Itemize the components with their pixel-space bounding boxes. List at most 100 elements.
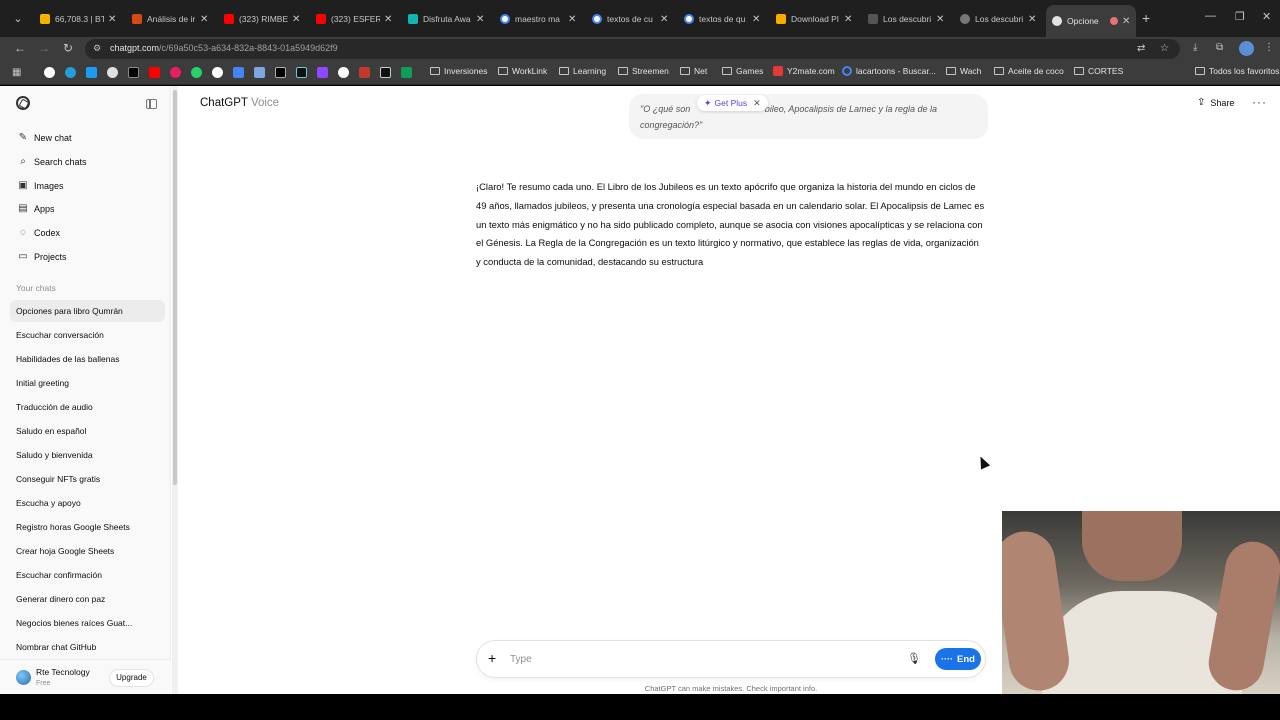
bookmark-folder[interactable]: Aceite de coco [994, 66, 1064, 76]
whatsapp-icon[interactable] [191, 67, 202, 78]
download-icon[interactable]: ⤓ [1193, 42, 1197, 53]
url-text[interactable]: chatgpt.com/c/69a50c53-a634-832a-8843-01… [110, 43, 338, 53]
browser-tab[interactable]: maestro ma ✕ [494, 8, 582, 30]
bookmark-icon-16[interactable] [359, 67, 370, 78]
bookmark-icon-17[interactable] [380, 67, 391, 78]
sidebar-item-images[interactable]: ▣ Images [10, 175, 165, 197]
microphone-icon[interactable]: 🎙 [907, 652, 921, 665]
close-icon[interactable]: ✕ [844, 14, 854, 25]
browser-tab[interactable]: textos de cu ✕ [586, 8, 674, 30]
chat-list-item[interactable]: Saludo en español [10, 420, 165, 442]
sidebar-toggle-icon[interactable] [146, 99, 157, 109]
translate-icon[interactable]: ⇄ [1137, 43, 1145, 54]
chatgpt-bookmark-icon[interactable] [44, 67, 55, 78]
bookmark-icon-7[interactable] [170, 67, 181, 78]
sidebar-item-codex[interactable]: ◌ Codex [10, 222, 165, 244]
browser-menu-icon[interactable]: ⋮ [1264, 42, 1274, 53]
close-icon[interactable]: ✕ [384, 14, 394, 25]
telegram-icon[interactable] [65, 67, 76, 78]
chat-list-item[interactable]: Opciones para libro Qumrán [10, 300, 165, 322]
browser-tab[interactable]: Análisis de ir ✕ [126, 8, 214, 30]
browser-tab[interactable]: 66,708.3 | BT ✕ [34, 8, 122, 30]
message-input[interactable] [510, 651, 890, 667]
browser-tab[interactable]: Los descubri ✕ [954, 8, 1042, 30]
bookmark-folder[interactable]: Inversiones [430, 66, 487, 76]
bookmark-icon-15[interactable] [338, 67, 349, 78]
extensions-icon[interactable]: ⧉ [1216, 42, 1223, 53]
window-close-icon[interactable]: ✕ [1262, 10, 1271, 23]
bookmark-folder[interactable]: WorkLink [498, 66, 547, 76]
tab-search-icon[interactable]: ⌄ [8, 9, 28, 29]
share-button[interactable]: ⇪ Share [1197, 97, 1234, 108]
openai-logo-icon[interactable] [16, 96, 30, 110]
avatar[interactable] [16, 670, 31, 685]
chat-list-item[interactable]: Generar dinero con paz [10, 588, 165, 610]
apps-grid-icon[interactable]: ▦ [12, 67, 24, 79]
browser-tab-active[interactable]: Opcione ✕ [1046, 5, 1136, 37]
chat-list-item[interactable]: Traducción de audio [10, 396, 165, 418]
close-icon[interactable]: ✕ [1122, 16, 1132, 27]
account-panel[interactable]: Rte Tecnology Free Upgrade [0, 659, 171, 694]
more-options-icon[interactable]: ··· [1252, 95, 1267, 109]
browser-tab[interactable]: textos de qu ✕ [678, 8, 766, 30]
youtube-bookmark-icon[interactable] [149, 67, 160, 78]
close-icon[interactable]: ✕ [752, 14, 762, 25]
sidebar-item-search-chats[interactable]: ⌕ Search chats [10, 151, 165, 173]
back-icon[interactable]: ← [12, 41, 28, 55]
bookmark-folder[interactable]: Wach [946, 66, 981, 76]
github-icon[interactable] [107, 67, 118, 78]
scrollbar-thumb[interactable] [173, 90, 177, 485]
close-icon[interactable]: ✕ [476, 14, 486, 25]
chat-list-item[interactable]: Escucha y apoyo [10, 492, 165, 514]
sidebar-item-apps[interactable]: ▤ Apps [10, 198, 165, 220]
close-icon[interactable]: ✕ [1028, 14, 1038, 25]
close-icon[interactable]: ✕ [200, 14, 210, 25]
chat-list-item[interactable]: Nombrar chat GitHub [10, 636, 165, 658]
site-info-icon[interactable]: ⚙ [93, 43, 103, 55]
browser-tab[interactable]: Download Pl ✕ [770, 8, 858, 30]
add-attachment-icon[interactable]: + [488, 650, 496, 666]
close-icon[interactable]: ✕ [936, 14, 946, 25]
chat-list-item[interactable]: Initial greeting [10, 372, 165, 394]
restore-icon[interactable]: ❐ [1235, 10, 1245, 23]
x-icon[interactable] [128, 67, 139, 78]
chat-list-item[interactable]: Registro horas Google Sheets [10, 516, 165, 538]
imdb-icon[interactable] [275, 67, 286, 78]
close-icon[interactable]: ✕ [568, 14, 578, 25]
bookmark-folder[interactable]: CORTES [1074, 66, 1123, 76]
bookmark-folder[interactable]: Net [680, 66, 707, 76]
cloud-icon[interactable] [86, 67, 97, 78]
twitch-icon[interactable] [317, 67, 328, 78]
address-bar[interactable]: ⚙ chatgpt.com/c/69a50c53-a634-832a-8843-… [85, 39, 1180, 59]
forward-icon[interactable]: → [36, 41, 52, 55]
chat-list-item[interactable]: Conseguir NFTs gratis [10, 468, 165, 490]
docs-icon[interactable] [233, 67, 244, 78]
end-voice-button[interactable]: ···· End [935, 648, 981, 670]
chatgpt-bookmark-icon[interactable] [212, 67, 223, 78]
composer[interactable]: + 🎙 ···· End [476, 640, 986, 678]
browser-tab[interactable]: Los descubri ✕ [862, 8, 950, 30]
sidebar-item-projects[interactable]: ▭ Projects [10, 246, 165, 268]
all-bookmarks-folder[interactable]: Todos los favoritos [1195, 66, 1279, 76]
bookmark-folder[interactable]: Streemen [618, 66, 669, 76]
tiktok-icon[interactable] [296, 67, 307, 78]
chat-list-item[interactable]: Habilidades de las ballenas [10, 348, 165, 370]
new-tab-icon[interactable]: + [1142, 10, 1150, 26]
browser-tab[interactable]: (323) ESFERA ✕ [310, 8, 398, 30]
bookmark-star-icon[interactable]: ☆ [1160, 43, 1169, 54]
chat-list-item[interactable]: Negocios bienes raíces Guat... [10, 612, 165, 634]
bookmark-folder[interactable]: Learning [559, 66, 606, 76]
bookmark-folder[interactable]: Games [722, 66, 763, 76]
chat-list-item[interactable]: Crear hoja Google Sheets [10, 540, 165, 562]
browser-tab[interactable]: Disfruta Awa ✕ [402, 8, 490, 30]
chat-list-item[interactable]: Escuchar conversación [10, 324, 165, 346]
close-icon[interactable]: ✕ [660, 14, 670, 25]
model-selector[interactable]: ChatGPT Voice [200, 97, 279, 109]
close-icon[interactable]: ✕ [753, 98, 761, 109]
browser-tab[interactable]: (323) RIMBE ✕ [218, 8, 306, 30]
profile-avatar[interactable] [1239, 41, 1254, 56]
reload-icon[interactable]: ↻ [60, 41, 76, 55]
bookmark-link[interactable]: Y2mate.com [773, 66, 835, 76]
sheets-icon[interactable] [401, 67, 412, 78]
chat-list-item[interactable]: Saludo y bienvenida [10, 444, 165, 466]
